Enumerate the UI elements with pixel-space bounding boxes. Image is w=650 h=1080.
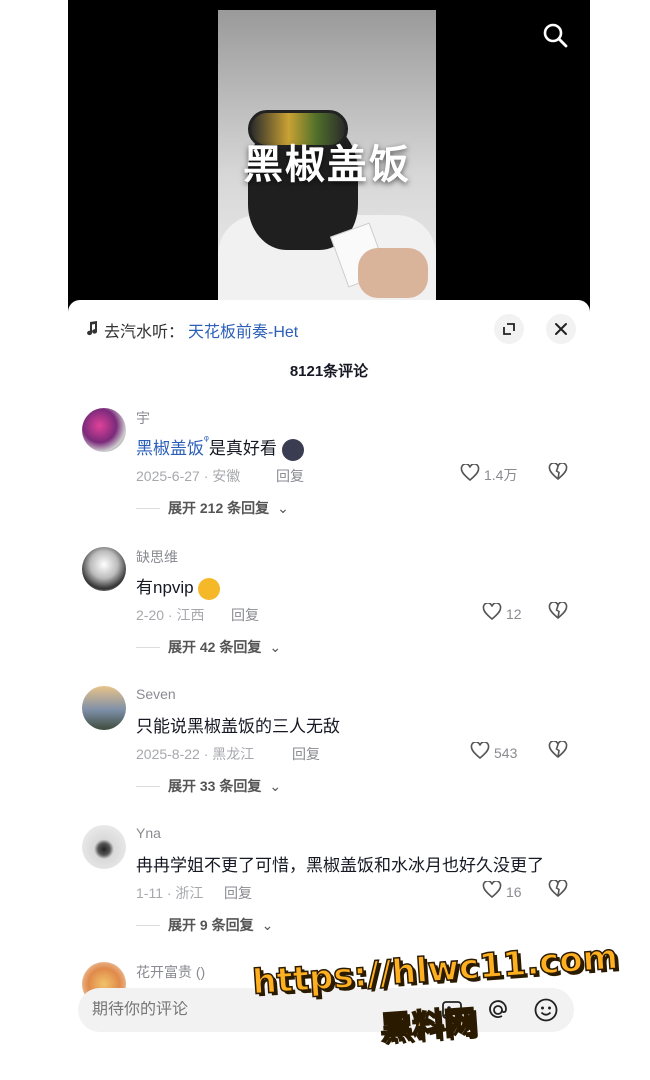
comment-item: Yna 冉冉学姐不更了可惜，黑椒盖饭和水冰月也好久没更了 1-11 · 浙江 回… [82, 825, 582, 935]
search-icon[interactable] [542, 22, 568, 48]
music-note-icon [84, 320, 100, 341]
comment-text: 只能说黑椒盖饭的三人无敌 [136, 717, 340, 736]
comment-input[interactable] [92, 1001, 392, 1019]
avatar[interactable] [82, 408, 126, 452]
avatar[interactable] [82, 547, 126, 591]
video-hand [358, 248, 428, 298]
mention-icon[interactable] [484, 996, 512, 1024]
comment-meta: 1-11 · 浙江 [136, 885, 204, 901]
reply-button[interactable]: 回复 [292, 744, 320, 764]
music-song: 天花板前奏-Het [188, 324, 299, 341]
comment-text-body: 是真好看 [208, 439, 277, 458]
comment-username[interactable]: 宇 [136, 408, 150, 428]
dislike-icon[interactable] [548, 601, 568, 625]
comment-item: 宇 黑椒盖饭ᵠ是真好看 2025-6-27 · 安徽 回复 1.4万 展开 21… [82, 408, 582, 518]
music-prefix: 去汽水听： [104, 324, 185, 341]
comment-text: 黑椒盖饭ᵠ是真好看 [136, 434, 304, 461]
chevron-down-icon: ⌄ [261, 916, 274, 933]
expand-replies[interactable]: 展开 33 条回复 ⌄ [136, 776, 281, 796]
music-link[interactable]: 去汽水听： 天花板前奏-Het [84, 318, 298, 342]
expand-replies[interactable]: 展开 9 条回复 ⌄ [136, 915, 273, 935]
avatar[interactable] [82, 686, 126, 730]
comment-text: 冉冉学姐不更了可惜，黑椒盖饭和水冰月也好久没更了 [136, 856, 544, 875]
heart-icon [470, 741, 490, 763]
reply-button[interactable]: 回复 [276, 466, 304, 486]
comment-item: Seven 只能说黑椒盖饭的三人无敌 2025-8-22 · 黑龙江 回复 54… [82, 686, 582, 796]
chevron-down-icon: ⌄ [277, 499, 289, 516]
comment-username[interactable]: 缺思维 [136, 547, 178, 567]
video-frame: 黑椒盖饭 [218, 10, 436, 310]
like-count: 1.4万 [484, 466, 518, 483]
like-button[interactable]: 543 [470, 741, 518, 763]
comment-username[interactable]: Yna [136, 825, 161, 841]
dislike-icon[interactable] [548, 879, 568, 903]
expand-replies-label: 展开 42 条回复 [168, 639, 262, 655]
divider [136, 646, 160, 648]
expand-replies-label: 展开 212 条回复 [168, 500, 270, 516]
divider [136, 924, 160, 926]
chevron-down-icon: ⌄ [269, 638, 282, 655]
watermark-text: 黑料网 [378, 1002, 478, 1048]
emoji-icon[interactable] [532, 996, 560, 1024]
heart-icon [482, 602, 502, 624]
comment-meta: 2025-8-22 · 黑龙江 [136, 746, 255, 762]
sticker-emoji-icon [281, 438, 304, 461]
comment-username[interactable]: 花开富贵 () [136, 962, 205, 982]
comment-count: 8121条评论 [289, 363, 369, 380]
avatar[interactable] [82, 825, 126, 869]
comment-username[interactable]: Seven [136, 686, 176, 702]
comment-text: 有npvip [136, 573, 221, 600]
laugh-cry-emoji-icon [198, 577, 221, 600]
reply-button[interactable]: 回复 [224, 883, 252, 903]
heart-icon [460, 463, 480, 485]
expand-replies-label: 展开 9 条回复 [168, 917, 254, 933]
like-count: 16 [506, 883, 522, 900]
comment-search-link[interactable]: 黑椒盖饭 [136, 439, 204, 458]
expand-icon[interactable] [494, 314, 524, 344]
expand-replies[interactable]: 展开 42 条回复 ⌄ [136, 637, 281, 657]
video-player[interactable]: 黑椒盖饭 [68, 0, 590, 330]
dislike-icon[interactable] [548, 740, 568, 764]
dislike-icon[interactable] [548, 462, 568, 486]
comment-meta: 2025-6-27 · 安徽 [136, 468, 241, 484]
like-button[interactable]: 12 [482, 602, 522, 624]
comment-item: 缺思维 有npvip 2-20 · 江西 回复 12 展开 42 条回复 ⌄ [82, 547, 582, 657]
like-count: 543 [494, 744, 518, 761]
expand-replies[interactable]: 展开 212 条回复 ⌄ [136, 498, 289, 518]
like-button[interactable]: 1.4万 [460, 463, 518, 485]
divider [136, 785, 160, 787]
video-overlay-title: 黑椒盖饭 [243, 141, 411, 188]
chevron-down-icon: ⌄ [269, 777, 282, 794]
like-button[interactable]: 16 [482, 880, 522, 902]
reply-button[interactable]: 回复 [231, 605, 259, 625]
comment-meta: 2-20 · 江西 [136, 607, 205, 623]
comment-text-body: 有npvip [136, 578, 194, 597]
expand-replies-label: 展开 33 条回复 [168, 778, 262, 794]
like-count: 12 [506, 605, 522, 622]
heart-icon [482, 880, 502, 902]
close-icon[interactable] [546, 314, 576, 344]
divider [136, 507, 160, 509]
